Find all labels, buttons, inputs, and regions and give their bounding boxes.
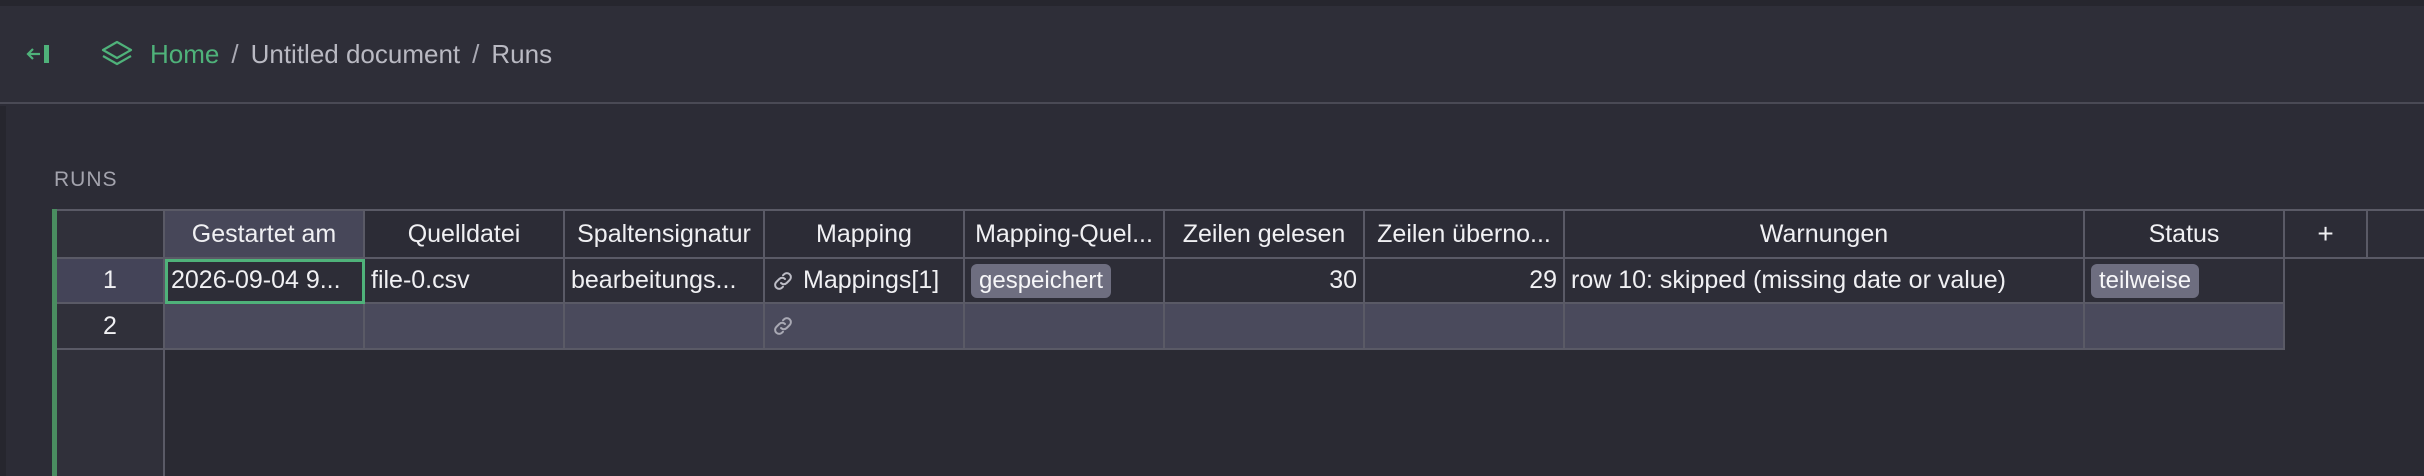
cell-status[interactable] (2085, 304, 2285, 350)
row-number[interactable]: 1 (57, 259, 165, 304)
link-icon[interactable] (771, 269, 795, 293)
column-header-spaltensignatur[interactable]: Spaltensignatur (565, 209, 765, 259)
corner-cell[interactable] (57, 209, 165, 259)
section-label: RUNS (54, 168, 118, 191)
cell-status[interactable]: teilweise (2085, 259, 2285, 304)
link-icon[interactable] (771, 314, 795, 338)
column-header-mapping[interactable]: Mapping (765, 209, 965, 259)
cell-mapping[interactable]: Mappings[1] (765, 259, 965, 304)
cell-quelldatei[interactable]: file-0.csv (365, 259, 565, 304)
breadcrumb-document[interactable]: Untitled document (251, 39, 461, 70)
breadcrumb-home[interactable]: Home (150, 39, 219, 70)
cell-spaltensignatur[interactable] (565, 304, 765, 350)
column-header-status[interactable]: Status (2085, 209, 2285, 259)
cell-warnungen[interactable]: row 10: skipped (missing date or value) (1565, 259, 2085, 304)
cell-mapping-quelle[interactable] (965, 304, 1165, 350)
breadcrumb-current: Runs (491, 38, 553, 69)
mapping-source-badge: gespeichert (971, 263, 1112, 298)
cell-warnungen[interactable] (1565, 304, 2085, 350)
column-header-mapping-quelle[interactable]: Mapping-Quel... (965, 209, 1165, 259)
cell-mapping[interactable] (765, 304, 965, 350)
layers-icon (98, 35, 136, 73)
breadcrumb: Home / Untitled document / Runs (150, 39, 552, 70)
mapping-link-text[interactable]: Mappings[1] (803, 266, 939, 295)
column-header-warnungen[interactable]: Warnungen (1565, 209, 2085, 259)
column-header-gestartet-am[interactable]: Gestartet am (165, 209, 365, 259)
cell-mapping-quelle[interactable]: gespeichert (965, 259, 1165, 304)
header-filler (2368, 209, 2424, 259)
breadcrumb-separator: / (472, 38, 480, 69)
collapse-sidebar-icon[interactable] (24, 39, 54, 69)
row-number[interactable]: 2 (57, 304, 165, 350)
cell-gestartet-am[interactable] (165, 304, 365, 350)
cell-zeilen-gelesen[interactable] (1165, 304, 1365, 350)
cell-gestartet-am[interactable]: 2026-09-04 9... (165, 259, 365, 304)
cell-spaltensignatur[interactable]: bearbeitungs... (565, 259, 765, 304)
column-header-quelldatei[interactable]: Quelldatei (365, 209, 565, 259)
top-bar: Home / Untitled document / Runs (0, 6, 2424, 104)
status-badge: teilweise (2091, 263, 2200, 298)
runs-table: Gestartet am Quelldatei Spaltensignatur … (52, 209, 2424, 476)
cell-zeilen-gelesen[interactable]: 30 (1165, 259, 1365, 304)
column-header-zeilen-gelesen[interactable]: Zeilen gelesen (1165, 209, 1365, 259)
cell-zeilen-uebernommen[interactable] (1365, 304, 1565, 350)
column-header-zeilen-uebernommen[interactable]: Zeilen überno... (1365, 209, 1565, 259)
cell-zeilen-uebernommen[interactable]: 29 (1365, 259, 1565, 304)
breadcrumb-separator: / (231, 38, 239, 69)
cell-quelldatei[interactable] (365, 304, 565, 350)
add-column-button[interactable]: + (2285, 209, 2368, 259)
main-content: RUNS Gestartet am Quelldatei Spaltensign… (6, 106, 2424, 476)
